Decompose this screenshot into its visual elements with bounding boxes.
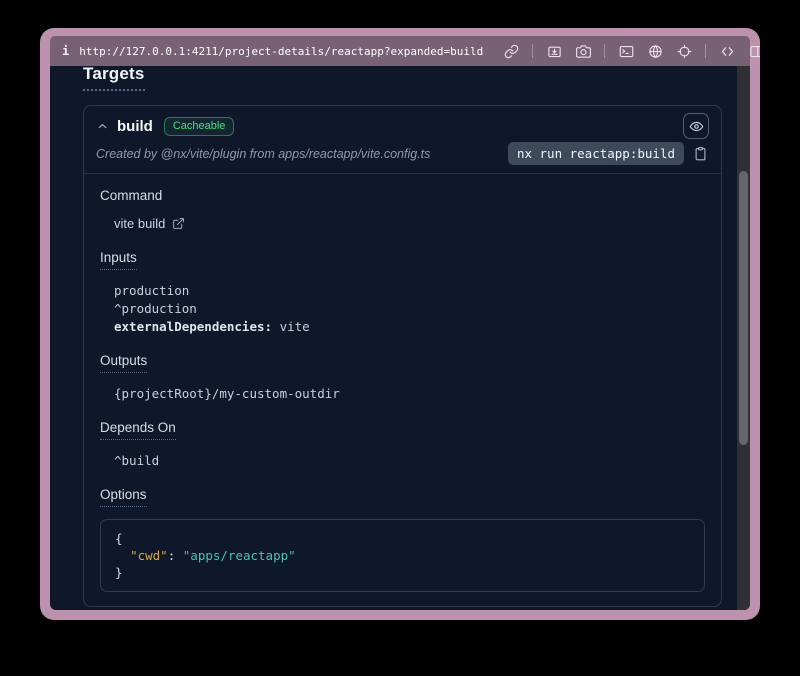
input-item: production (114, 282, 705, 300)
command-value-row: vite build (114, 216, 186, 231)
command-section: Command vite build (100, 188, 705, 233)
link-icon[interactable] (503, 43, 519, 59)
options-section: Options { "cwd": "apps/reactapp" } (100, 486, 705, 592)
input-item-keyed: externalDependencies: vite (114, 318, 705, 336)
copy-icon[interactable] (693, 146, 709, 162)
build-header-subrow: Created by @nx/vite/plugin from apps/rea… (96, 142, 709, 165)
options-heading: Options (100, 487, 147, 507)
address-url[interactable]: http://127.0.0.1:4211/project-details/re… (79, 45, 483, 58)
build-target-card: build Cacheable Created by @nx/vite/plug… (83, 105, 722, 607)
inputs-heading: Inputs (100, 250, 137, 270)
outputs-section: Outputs {projectRoot}/my-custom-outdir (100, 352, 705, 403)
terminal-icon[interactable] (618, 43, 634, 59)
scrollbar-track[interactable] (737, 66, 750, 610)
command-value: vite build (114, 216, 165, 231)
outputs-heading: Outputs (100, 353, 147, 373)
depends-on-item: ^build (114, 452, 705, 470)
code-icon[interactable] (719, 43, 735, 59)
json-indent (115, 548, 130, 563)
targets-heading: Targets (83, 66, 145, 91)
run-command-chip: nx run reactapp:build (508, 142, 684, 165)
depends-on-list: ^build (114, 452, 705, 470)
toolbar-icons (503, 43, 760, 59)
split-panel-icon[interactable] (748, 43, 760, 59)
external-link-icon[interactable] (172, 217, 186, 231)
toolbar-divider (705, 44, 706, 58)
toolbar-divider (532, 44, 533, 58)
output-item: {projectRoot}/my-custom-outdir (114, 385, 705, 403)
page-viewport: Targets build Cacheable (50, 66, 750, 610)
camera-icon[interactable] (575, 43, 591, 59)
json-close-brace: } (115, 565, 123, 580)
build-card-body: Command vite build (84, 174, 721, 606)
inputs-list: production ^production externalDependenc… (114, 282, 705, 336)
view-target-eye-button[interactable] (683, 113, 709, 139)
json-separator: : (168, 548, 183, 563)
project-details-content: Targets build Cacheable (50, 66, 750, 610)
input-value: vite (272, 319, 310, 334)
build-card-header: build Cacheable Created by @nx/vite/plug… (84, 106, 721, 174)
json-open-brace: { (115, 531, 123, 546)
info-icon: i (62, 44, 69, 58)
inputs-section: Inputs production ^production externalDe… (100, 249, 705, 336)
depends-on-section: Depends On ^build (100, 419, 705, 470)
build-target-title: build (117, 118, 153, 135)
cacheable-badge: Cacheable (164, 117, 235, 136)
command-heading: Command (100, 188, 705, 203)
scrollbar-thumb[interactable] (739, 171, 748, 445)
chevron-up-icon[interactable] (96, 120, 109, 133)
browser-window-frame: i http://127.0.0.1:4211/project-details/… (40, 28, 760, 620)
eye-icon (689, 119, 704, 134)
input-item: ^production (114, 300, 705, 318)
build-header-row: build Cacheable (96, 113, 709, 139)
target-crosshair-icon[interactable] (676, 43, 692, 59)
input-key: externalDependencies: (114, 319, 272, 334)
toolbar-divider (604, 44, 605, 58)
json-key-cwd: "cwd" (130, 548, 168, 563)
browser-toolbar: i http://127.0.0.1:4211/project-details/… (50, 36, 750, 66)
options-code-block: { "cwd": "apps/reactapp" } (100, 519, 705, 592)
created-by-text: Created by @nx/vite/plugin from apps/rea… (96, 147, 508, 161)
json-value-cwd: "apps/reactapp" (183, 548, 296, 563)
outputs-list: {projectRoot}/my-custom-outdir (114, 385, 705, 403)
import-icon[interactable] (546, 43, 562, 59)
globe-icon[interactable] (647, 43, 663, 59)
screenshot-canvas: i http://127.0.0.1:4211/project-details/… (0, 0, 800, 676)
depends-on-heading: Depends On (100, 420, 176, 440)
